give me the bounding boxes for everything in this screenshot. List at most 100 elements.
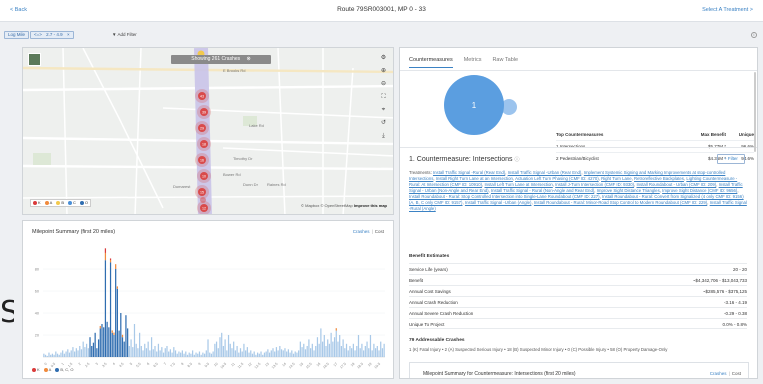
bar-crashes[interactable] [256,352,259,357]
bar-crashes[interactable] [315,346,317,357]
bar-crashes[interactable] [55,351,57,358]
bar-crashes[interactable] [210,353,213,357]
chart-legend-item[interactable]: B, C, O [55,367,73,372]
bar-crashes[interactable] [215,341,218,357]
bar-crashes[interactable] [72,347,74,357]
treatment-link[interactable]: Improve Sight Distance (CMF ID: 9656) [662,188,737,193]
bar-crashes[interactable] [345,343,348,357]
treatment-link[interactable]: Install Roundabout - Rural: Minor-Road S… [534,200,707,205]
bar-crashes[interactable] [190,353,192,357]
treatment-link[interactable]: Install Roundabout - Rural: Stop Control… [409,194,600,199]
bar-crashes[interactable] [243,343,245,357]
map-legend-item[interactable]: C [68,200,76,206]
filter-range-pill[interactable]: <=> 2.7 - 4.9 × [30,31,74,39]
bar-crashes[interactable] [274,351,276,358]
bar-crashes[interactable] [157,343,160,357]
bar-serious[interactable] [99,325,101,329]
bar-crashes[interactable] [169,349,172,357]
bar-crashes[interactable] [337,341,339,357]
bar-crashes[interactable] [121,337,124,357]
bar-crashes[interactable] [374,348,377,357]
bar-crashes[interactable] [176,353,178,357]
bar-serious[interactable] [111,330,113,333]
info-icon[interactable]: i [751,32,757,38]
bar-crashes[interactable] [291,350,293,357]
bar-crashes[interactable] [344,348,346,357]
bar-crashes[interactable] [147,341,149,357]
bar-serious[interactable] [335,328,337,331]
bar-crashes[interactable] [159,350,161,357]
bar-crashes[interactable] [296,352,298,357]
bar-crashes[interactable] [142,350,144,357]
bar-crashes[interactable] [116,288,119,357]
bar-crashes[interactable] [130,339,132,357]
treatment-link[interactable]: Actuation Left Turn Phasing (CMF ID: 427… [515,176,599,181]
bar-crashes[interactable] [272,348,274,357]
bar-crashes[interactable] [298,350,300,357]
bar-crashes[interactable] [56,353,59,357]
crash-marker[interactable] [200,197,206,203]
add-filter-button[interactable]: ▼ Add Filter [112,32,137,37]
bar-crashes[interactable] [373,343,375,357]
map-legend-item[interactable]: A [44,200,52,206]
bar-crashes[interactable] [304,349,307,357]
bar-crashes[interactable] [85,343,88,357]
map-canvas[interactable]: E Brooks Rd Lake Rd Timothy Dr Bower RdDunn… [23,48,394,215]
bar-crashes[interactable] [356,346,358,357]
treatment-link[interactable]: Install Traffic Signal -Urban (Rear End) [508,170,582,175]
bar-crashes[interactable] [255,354,257,357]
treatment-link[interactable]: Retroreflective Backplates [634,176,684,181]
milepoint-bar-chart[interactable]: 204060800 0.5 1 1.5 2 2.5 3 3.5 4 4.5 5 5.5 6 6.5 7 7.5… [23,221,395,380]
bar-crashes[interactable] [371,350,373,357]
bar-crashes[interactable] [289,352,291,357]
satellite-toggle[interactable] [28,53,41,66]
bar-crashes[interactable] [53,354,55,357]
bar-crashes[interactable] [231,348,233,357]
bar-crashes[interactable] [287,349,290,357]
bar-crashes[interactable] [279,346,281,357]
bar-crashes[interactable] [164,348,166,357]
bar-crashes[interactable] [178,351,180,358]
bar-crashes[interactable] [99,328,101,357]
bar-crashes[interactable] [368,348,370,357]
bar-crashes[interactable] [58,354,60,357]
bar-crashes[interactable] [309,348,312,357]
bar-crashes[interactable] [267,349,269,357]
bar-crashes[interactable] [363,350,365,357]
bar-crashes[interactable] [209,352,211,357]
bar-crashes[interactable] [181,350,183,357]
treatment-link[interactable]: Install J-Turn Intersection (CMF ID: 933… [555,182,634,187]
bar-crashes[interactable] [383,343,385,357]
bar-crashes[interactable] [275,347,278,357]
bar-crashes[interactable] [217,348,219,357]
bar-crashes[interactable] [80,349,83,357]
bar-crashes[interactable] [94,332,96,357]
bar-crashes[interactable] [87,348,89,357]
bar-fatal[interactable] [104,248,107,253]
add-filter-button[interactable]: + Filter [717,154,745,164]
bar-crashes[interactable] [152,349,154,357]
bar-crashes[interactable] [123,341,125,357]
bar-crashes[interactable] [308,339,310,357]
bar-crashes[interactable] [328,343,331,357]
info-icon[interactable]: ⓘ [514,157,519,163]
bar-crashes[interactable] [128,346,130,357]
map-legend-item[interactable]: B [56,200,64,206]
bar-crashes[interactable] [120,313,122,357]
bar-crashes[interactable] [219,337,221,357]
bar-crashes[interactable] [286,351,288,358]
treatment-link[interactable]: Install Traffic Signal - Rural (Non-Angl… [491,188,594,193]
bar-crashes[interactable] [376,346,378,357]
bar-crashes[interactable] [62,350,64,357]
bar-crashes[interactable] [340,346,343,357]
bar-crashes[interactable] [321,341,324,357]
bar-crashes[interactable] [262,354,264,357]
bar-crashes[interactable] [364,346,366,357]
bar-crashes[interactable] [118,330,120,357]
bar-crashes[interactable] [260,351,262,358]
bar-crashes[interactable] [193,354,195,357]
reset-icon[interactable]: ↺ [379,119,388,128]
bar-crashes[interactable] [162,352,165,357]
bar-crashes[interactable] [65,351,67,358]
gear-icon[interactable]: ⚙ [379,54,388,63]
